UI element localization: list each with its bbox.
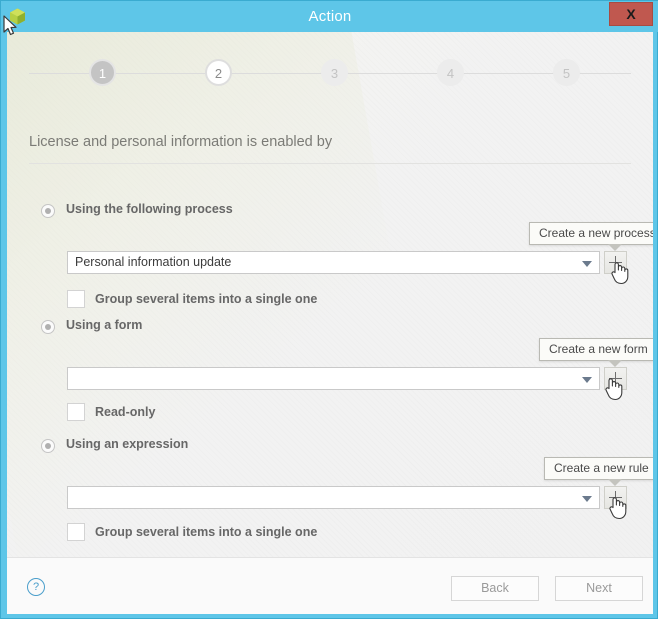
radio-using-process-label[interactable]: Using the following process — [66, 202, 233, 216]
page-title: License and personal information is enab… — [29, 134, 333, 150]
window-title: Action — [308, 8, 352, 25]
radio-using-expression[interactable] — [41, 439, 55, 453]
title-bar: Action X — [1, 1, 658, 32]
close-button[interactable]: X — [609, 2, 653, 26]
expression-select[interactable] — [67, 486, 600, 509]
tooltip-create-new-rule: Create a new rule — [544, 457, 653, 480]
checkbox-read-only-label[interactable]: Read-only — [95, 405, 155, 419]
stepper-step-3[interactable]: 3 — [321, 59, 348, 86]
title-divider — [29, 163, 631, 164]
stepper-step-5[interactable]: 5 — [553, 59, 580, 86]
form-select-value — [75, 368, 573, 389]
tooltip-create-new-form: Create a new form — [539, 338, 653, 361]
stepper-step-4[interactable]: 4 — [437, 59, 464, 86]
radio-using-form-label[interactable]: Using a form — [66, 318, 142, 332]
create-new-form-button[interactable] — [604, 367, 627, 390]
checkbox-group-items-expression-label[interactable]: Group several items into a single one — [95, 525, 317, 539]
next-button[interactable]: Next — [555, 576, 643, 601]
tooltip-tail-form — [608, 360, 622, 367]
expression-select-value — [75, 487, 573, 508]
chevron-down-icon — [582, 377, 592, 383]
stepper-step-1[interactable]: 1 — [89, 59, 116, 86]
dialog-panel: 1 2 3 4 5 License and personal informati… — [7, 32, 653, 614]
checkbox-read-only[interactable] — [67, 403, 85, 421]
radio-using-form[interactable] — [41, 320, 55, 334]
chevron-down-icon — [582, 496, 592, 502]
tooltip-tail-process — [608, 244, 622, 251]
dialog-footer: ? Back Next — [7, 557, 653, 614]
tooltip-create-new-process: Create a new process — [529, 222, 653, 245]
checkbox-group-items-expression[interactable] — [67, 523, 85, 541]
back-button[interactable]: Back — [451, 576, 539, 601]
checkbox-group-items-process-label[interactable]: Group several items into a single one — [95, 292, 317, 306]
checkbox-group-items-process[interactable] — [67, 290, 85, 308]
tooltip-tail-rule — [608, 479, 622, 486]
help-icon[interactable]: ? — [27, 578, 45, 596]
create-new-rule-button[interactable] — [604, 486, 627, 509]
radio-using-expression-label[interactable]: Using an expression — [66, 437, 188, 451]
dialog-content: 1 2 3 4 5 License and personal informati… — [7, 32, 653, 557]
process-select[interactable]: Personal information update — [67, 251, 600, 274]
create-new-process-button[interactable] — [604, 251, 627, 274]
stepper-step-2[interactable]: 2 — [205, 59, 232, 86]
wizard-stepper: 1 2 3 4 5 — [29, 59, 631, 89]
process-select-value: Personal information update — [75, 255, 232, 269]
chevron-down-icon — [582, 261, 592, 267]
form-select[interactable] — [67, 367, 600, 390]
action-dialog-window: Action X 1 2 3 4 5 License and personal … — [0, 0, 658, 619]
radio-using-process[interactable] — [41, 204, 55, 218]
